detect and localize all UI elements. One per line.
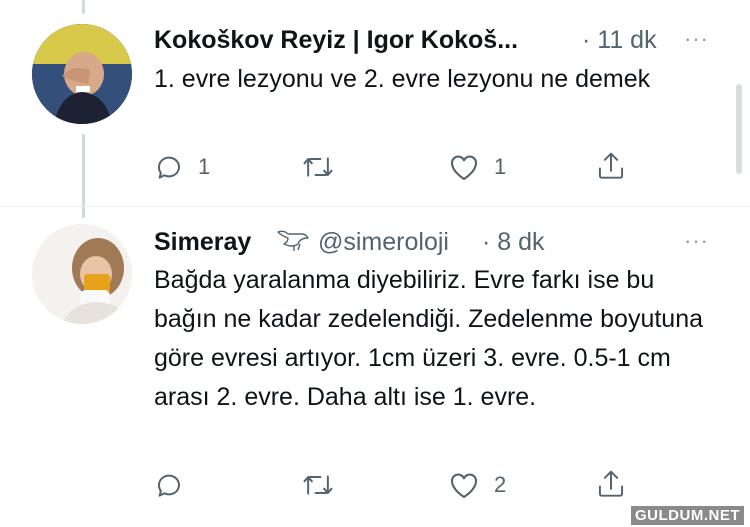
display-name[interactable]: Simeray: [154, 228, 251, 257]
share-icon: [598, 470, 624, 497]
reply-button[interactable]: 1: [154, 152, 210, 182]
reply-icon: [158, 474, 180, 497]
scrollbar[interactable]: [736, 84, 742, 174]
timestamp[interactable]: · 8 dk: [482, 228, 545, 257]
retweet-icon: [303, 475, 333, 495]
retweet-icon: [303, 157, 333, 177]
like-icon: [450, 473, 478, 499]
like-icon: [450, 155, 478, 181]
avatar-image: [32, 24, 132, 124]
reply-icon: [158, 156, 180, 179]
more-icon[interactable]: ···: [684, 26, 709, 52]
like-count: 2: [494, 472, 507, 497]
tweet-text: 1. evre lezyonu ve 2. evre lezyonu ne de…: [154, 65, 651, 93]
avatar[interactable]: [32, 224, 132, 324]
handle[interactable]: @simeroloji: [318, 228, 449, 257]
retweet-button[interactable]: [302, 470, 334, 500]
like-button[interactable]: 2: [448, 470, 506, 500]
display-name[interactable]: Kokoškov Reyiz | Igor Kokoš...: [154, 26, 518, 55]
avatar[interactable]: [32, 24, 132, 124]
watermark: GULDUM.NET: [631, 506, 744, 525]
divider: [0, 206, 750, 207]
tweet-text: Bağda yaralanma diyebiliriz. Evre farkı …: [154, 266, 704, 411]
share-button[interactable]: [596, 468, 626, 500]
share-button[interactable]: [596, 150, 626, 182]
more-icon[interactable]: ···: [684, 228, 709, 254]
share-icon: [598, 152, 624, 179]
reply-button[interactable]: [154, 470, 198, 500]
like-button[interactable]: 1: [448, 152, 506, 182]
avatar-image: [32, 224, 132, 324]
bird-icon: [276, 226, 310, 257]
reply-count: 1: [198, 154, 211, 179]
thread-line-top: [82, 0, 85, 14]
timestamp[interactable]: · 11 dk: [582, 26, 657, 55]
like-count: 1: [494, 154, 507, 179]
retweet-button[interactable]: [302, 152, 334, 182]
